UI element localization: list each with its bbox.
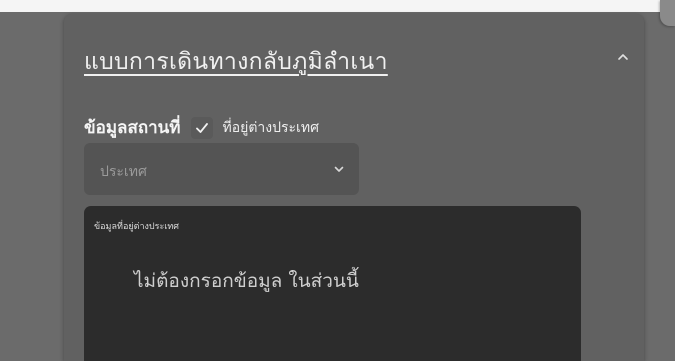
collapse-button[interactable] xyxy=(613,47,633,67)
abroad-checkbox-label[interactable]: ที่อยู่ต่างประเทศ xyxy=(223,117,319,139)
chevron-up-icon xyxy=(618,54,628,60)
top-strip xyxy=(0,0,675,12)
location-row: ข้อมูลสถานที่ ที่อยู่ต่างประเทศ xyxy=(84,114,319,141)
section-title[interactable]: แบบการเดินทางกลับภูมิลำเนา xyxy=(84,44,388,80)
abroad-address-field[interactable]: ข้อมูลที่อยู่ต่างประเทศ ไม่ต้องกรอกข้อมู… xyxy=(84,206,581,361)
country-select[interactable]: ประเทศ xyxy=(84,143,359,195)
abroad-address-value: ไม่ต้องกรอกข้อมูล ในส่วนนี้ xyxy=(134,270,359,292)
abroad-address-label: ข้อมูลที่อยู่ต่างประเทศ xyxy=(94,222,180,232)
abroad-checkbox[interactable] xyxy=(190,116,213,139)
chevron-down-icon xyxy=(332,162,346,176)
country-select-placeholder: ประเทศ xyxy=(100,164,147,180)
page: แบบการเดินทางกลับภูมิลำเนา ข้อมูลสถานที่… xyxy=(0,0,675,361)
location-label: ข้อมูลสถานที่ xyxy=(84,118,181,138)
check-icon xyxy=(195,122,208,133)
travel-form-card: แบบการเดินทางกลับภูมิลำเนา ข้อมูลสถานที่… xyxy=(64,14,644,361)
scroll-tab[interactable] xyxy=(660,0,675,26)
